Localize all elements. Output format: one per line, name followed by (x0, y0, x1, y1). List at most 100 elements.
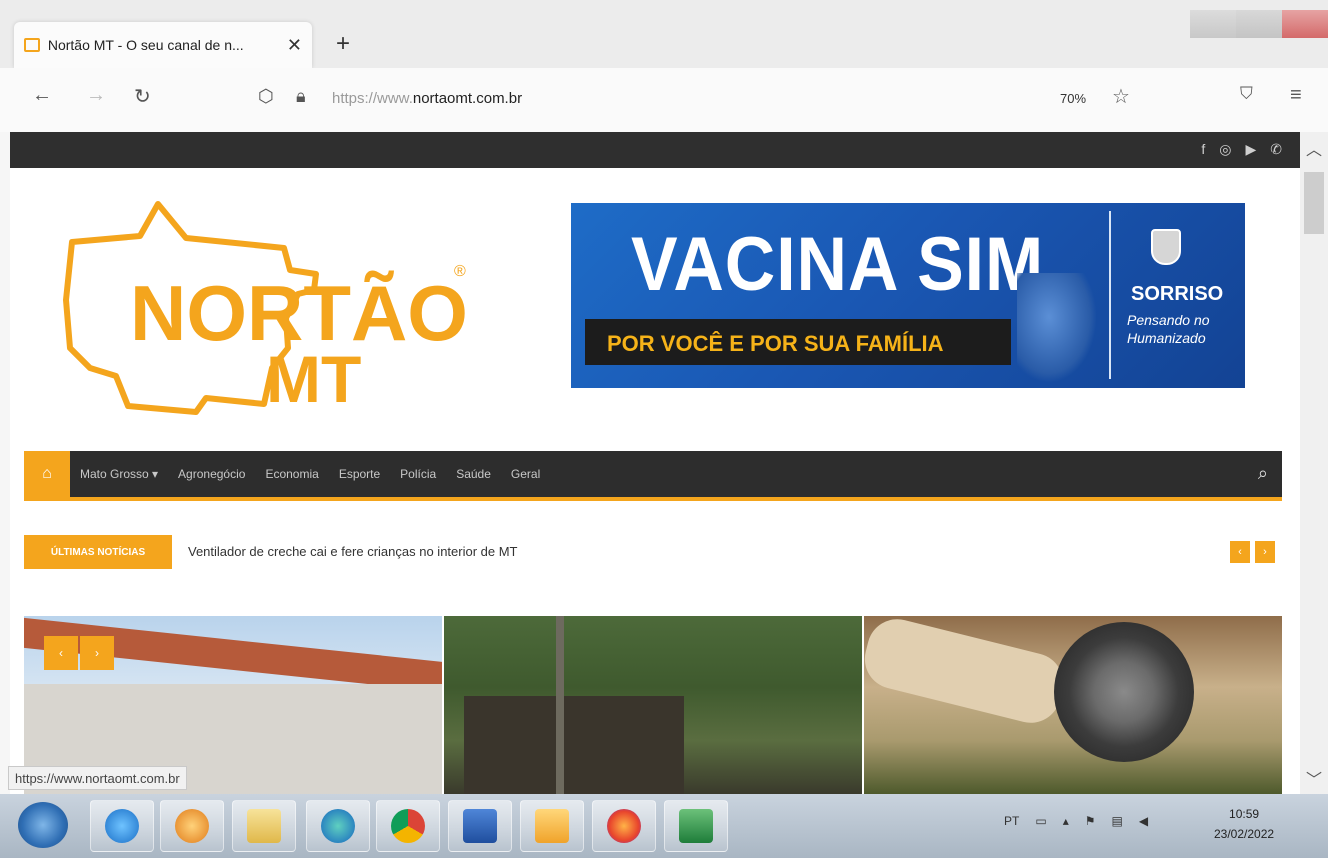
network-icon[interactable]: ▤ (1111, 814, 1122, 828)
excel-app-button[interactable] (664, 800, 728, 852)
maximize-button[interactable] (1236, 10, 1282, 38)
tab-title: Nortão MT - O seu canal de n... (47, 37, 244, 53)
reload-icon[interactable]: ↻ (134, 84, 151, 109)
browser-tab-bar: Nortão MT - O seu canal de n... ✕ + (0, 0, 1328, 68)
pocket-icon[interactable]: ⛉ (1240, 84, 1253, 104)
lock-icon[interactable]: 🔒︎ (296, 86, 306, 107)
main-nav: ⌂ Mato Grosso ▾ Agronegócio Economia Esport… (24, 451, 1282, 501)
start-button[interactable] (18, 802, 68, 848)
facebook-icon[interactable]: f (1201, 141, 1205, 158)
ticker-label: ÚLTIMAS NOTÍCIAS (24, 535, 172, 569)
tab-close-icon[interactable]: ✕ (287, 35, 302, 56)
outlook-app-button[interactable] (520, 800, 584, 852)
new-tab-button[interactable]: + (336, 30, 350, 58)
nav-item[interactable]: Geral (511, 467, 540, 481)
site-logo[interactable]: NORTÃO MT ® (58, 198, 478, 428)
url-domain: nortaomt.com.br (412, 90, 523, 107)
nav-item[interactable]: Saúde (456, 467, 491, 481)
excel-icon (679, 809, 713, 843)
instagram-icon[interactable]: ◎ (1219, 141, 1231, 158)
zoom-level[interactable]: 70% (1060, 91, 1086, 106)
slider-next-button[interactable]: › (80, 636, 114, 670)
scroll-up-icon[interactable]: ︿ (1306, 136, 1322, 160)
scrollbar-thumb[interactable] (1304, 172, 1324, 234)
news-grid: ‹ › (24, 616, 1282, 794)
slider-arrows: ‹ › (44, 636, 114, 670)
ie-app-button[interactable] (90, 800, 154, 852)
internet-explorer-icon (105, 809, 139, 843)
nav-item[interactable]: Economia (265, 467, 318, 481)
edge-app-button[interactable] (306, 800, 370, 852)
banner-tagline: Pensando no Humanizado (1127, 312, 1210, 346)
volume-icon[interactable]: ◀ (1139, 814, 1148, 828)
clock-date: 23/02/2022 (1214, 827, 1275, 841)
vaccine-banner-ad[interactable]: VACINA SIM POR VOCÊ E POR SUA FAMÍLIA SO… (571, 203, 1245, 388)
browser-toolbar: ← → ↻ ⬡ 🔒︎ https://www.nortaomt.com.br 7… (0, 68, 1328, 132)
ticker-headline[interactable]: Ventilador de creche cai e fere crianças… (188, 544, 518, 559)
firefox-app-button[interactable] (592, 800, 656, 852)
tile-image-sack (864, 616, 1070, 730)
nav-item[interactable]: Esporte (339, 467, 380, 481)
outlook-icon (535, 809, 569, 843)
nav-items: Mato Grosso ▾ Agronegócio Economia Esporte P… (80, 467, 540, 481)
explorer-app-button[interactable] (232, 800, 296, 852)
web-page: f ◎ ▶ ✆ NORTÃO MT ® VACINA SIM POR VOCÊ … (10, 132, 1300, 794)
banner-person-image (1017, 273, 1097, 383)
tile-image-wheel (1054, 622, 1194, 762)
site-topbar: f ◎ ▶ ✆ (10, 132, 1300, 168)
news-tile[interactable] (444, 616, 862, 794)
window-controls (1190, 10, 1328, 38)
language-indicator[interactable]: PT (1004, 814, 1019, 828)
media-player-app-button[interactable] (160, 800, 224, 852)
browser-tab[interactable]: Nortão MT - O seu canal de n... ✕ (14, 22, 312, 68)
close-window-button[interactable] (1282, 10, 1328, 38)
address-bar[interactable]: ⬡ 🔒︎ https://www.nortaomt.com.br 70% ☆ (250, 82, 1290, 116)
slider-prev-button[interactable]: ‹ (44, 636, 78, 670)
media-player-icon (175, 809, 209, 843)
news-tile[interactable] (864, 616, 1282, 794)
chrome-app-button[interactable] (376, 800, 440, 852)
youtube-icon[interactable]: ▶ (1245, 141, 1256, 158)
banner-divider (1109, 211, 1111, 379)
minimize-button[interactable] (1190, 10, 1236, 38)
status-url: https://www.nortaomt.com.br (8, 766, 187, 790)
keyboard-icon[interactable]: ▭ (1035, 814, 1046, 828)
ticker-next-button[interactable]: › (1255, 541, 1275, 563)
banner-title: VACINA SIM (631, 222, 1045, 307)
url-text[interactable]: https://www.nortaomt.com.br (332, 90, 522, 107)
system-tray: PT ▭ ▴ ⚑ ▤ ◀ (1004, 814, 1148, 828)
ticker-prev-button[interactable]: ‹ (1230, 541, 1250, 563)
system-clock[interactable]: 10:59 23/02/2022 (1214, 804, 1274, 844)
tile-image-shed (464, 696, 684, 794)
back-arrow-icon[interactable]: ← (32, 84, 52, 107)
banner-strip: POR VOCÊ E POR SUA FAMÍLIA (585, 319, 1011, 365)
home-icon[interactable]: ⌂ (24, 451, 70, 497)
url-prefix: https://www. (332, 90, 413, 107)
nav-item[interactable]: Agronegócio (178, 467, 245, 481)
firefox-icon (607, 809, 641, 843)
word-icon (463, 809, 497, 843)
registered-mark: ® (454, 263, 466, 280)
forward-arrow-icon[interactable]: → (86, 84, 106, 107)
bookmark-star-icon[interactable]: ☆ (1112, 84, 1130, 109)
word-app-button[interactable] (448, 800, 512, 852)
clock-time: 10:59 (1229, 807, 1260, 821)
city-crest-icon (1151, 229, 1181, 265)
logo-text-sub: MT (266, 342, 361, 416)
action-center-icon[interactable]: ⚑ (1085, 814, 1096, 828)
whatsapp-icon[interactable]: ✆ (1270, 141, 1282, 158)
banner-subtitle: POR VOCÊ E POR SUA FAMÍLIA (607, 331, 944, 356)
nav-item[interactable]: Polícia (400, 467, 436, 481)
social-links: f ◎ ▶ ✆ (1201, 141, 1282, 158)
scroll-down-icon[interactable]: ﹀ (1306, 766, 1322, 790)
windows-taskbar: PT ▭ ▴ ⚑ ▤ ◀ 10:59 23/02/2022 (0, 794, 1328, 858)
banner-city: SORRISO (1131, 283, 1224, 305)
site-favicon-icon (24, 38, 40, 52)
nav-item[interactable]: Mato Grosso ▾ (80, 467, 158, 481)
folder-icon (247, 809, 281, 843)
search-icon[interactable]: ⌕ (1258, 463, 1268, 484)
tray-expand-icon[interactable]: ▴ (1063, 814, 1069, 828)
menu-icon[interactable]: ≡ (1290, 84, 1302, 107)
shield-icon[interactable]: ⬡ (258, 86, 274, 107)
page-scrollbar[interactable]: ︿ ﹀ (1300, 132, 1328, 794)
